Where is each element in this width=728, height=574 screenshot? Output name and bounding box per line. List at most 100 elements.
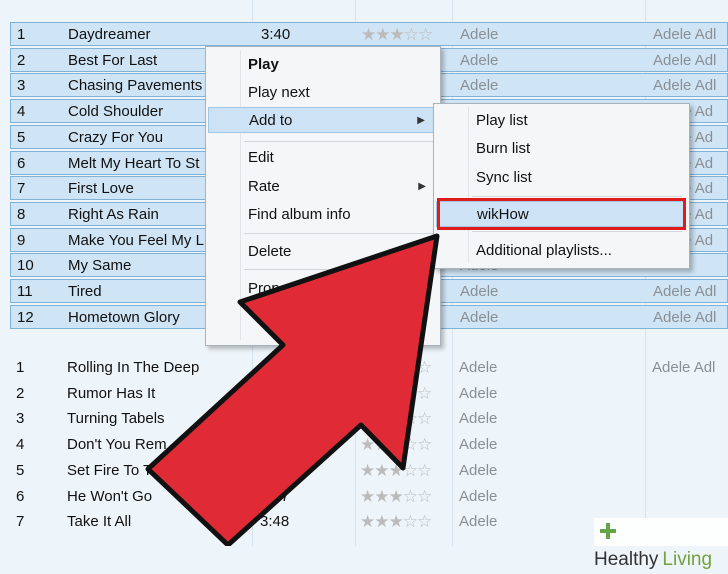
submenu-item-play-list[interactable]: Play list (436, 108, 685, 134)
track-album: Adele Adl (653, 283, 717, 300)
track-album (652, 407, 728, 431)
track-album (652, 382, 728, 406)
menu-item-rate[interactable]: Rate ▶ (208, 174, 436, 200)
track-number: 6 (17, 154, 26, 172)
track-artist: Adele (460, 51, 499, 69)
track-album (652, 433, 728, 457)
star-rating[interactable]: ★★★☆☆ (360, 356, 450, 380)
track-title: Don't You Rem (67, 436, 167, 454)
track-title: Turning Tabels (67, 410, 165, 428)
menu-item-add-to-label: Add to (249, 112, 293, 129)
track-number: 10 (17, 257, 34, 275)
track-number: 7 (17, 180, 26, 198)
add-to-submenu: Play list Burn list Sync list wikHow Add… (433, 103, 690, 269)
track-title: Daydreamer (68, 26, 151, 43)
track-album: Adele Adl (652, 359, 716, 376)
track-artist: Adele (460, 26, 499, 43)
menu-item-find-album-info[interactable]: Find album info (208, 202, 436, 228)
menu-item-add-to[interactable]: Add to ▶ (208, 107, 436, 133)
menu-separator (244, 233, 434, 234)
track-number: 3 (17, 77, 26, 95)
track-artist: Adele (459, 384, 498, 402)
menu-item-play-next[interactable]: Play next (208, 80, 436, 106)
track-album: Adele Adl (653, 308, 717, 326)
submenu-arrow-icon: ▶ (418, 181, 426, 192)
track-duration (260, 356, 310, 380)
menu-separator (472, 196, 682, 197)
track-number: 11 (17, 283, 33, 300)
track-artist: Adele (460, 308, 499, 326)
track-album (652, 485, 728, 509)
menu-separator (244, 269, 434, 270)
track-number: 1 (17, 26, 26, 43)
submenu-item-burn-list[interactable]: Burn list (436, 136, 685, 162)
menu-separator (472, 231, 682, 232)
track-number: 3 (16, 410, 25, 428)
menu-item-play[interactable]: Play (208, 52, 436, 78)
plus-icon (600, 520, 616, 539)
track-number: 4 (17, 103, 26, 121)
star-rating[interactable]: ★★★☆☆ (360, 510, 450, 534)
track-album: Adele Adl (653, 51, 717, 69)
track-number: 5 (17, 128, 26, 146)
menu-item-delete[interactable]: Delete (208, 239, 436, 265)
track-album: Adele Adl (653, 26, 717, 43)
track-duration: 4:01 (260, 461, 290, 479)
submenu-arrow-icon: ▶ (417, 115, 425, 126)
track-album: Adele Adl (653, 77, 717, 95)
track-duration: 4:03 (260, 436, 290, 454)
star-rating[interactable]: ★★★☆☆ (360, 407, 450, 431)
track-duration: 4:37 (260, 487, 290, 505)
healthy-living-logo: Healthy Living (594, 518, 728, 570)
track-title: Rolling In The Deep (67, 359, 200, 376)
track-title: He Won't Go (67, 487, 153, 505)
track-duration (260, 407, 310, 431)
track-artist: Adele (460, 283, 499, 300)
track-artist: Adele (459, 487, 498, 505)
menu-item-rate-label: Rate (248, 178, 280, 195)
menu-item-edit[interactable]: Edit (208, 145, 436, 171)
track-number: 1 (16, 359, 25, 376)
track-duration (260, 382, 310, 406)
track-row[interactable]: 3 Turning Tabels Adele ★★★☆☆ (10, 407, 728, 431)
track-title: Take It All (67, 513, 132, 531)
track-number: 9 (17, 231, 26, 249)
track-title: Rumor Has It (67, 384, 156, 402)
track-row[interactable]: 6 He Won't Go 4:37 Adele ★★★☆☆ (10, 485, 728, 509)
track-number: 8 (17, 205, 26, 223)
track-number: 6 (16, 487, 25, 505)
logo-healthy: Healthy (594, 549, 659, 570)
track-number: 4 (16, 436, 25, 454)
wikhow-highlight-box (437, 198, 686, 230)
track-row[interactable]: 1 Rolling In The Deep Adele Adele Adl ★★★☆☆ (10, 356, 728, 380)
track-number: 5 (16, 461, 25, 479)
track-number: 2 (17, 51, 26, 69)
star-rating[interactable]: ★★★☆☆ (360, 433, 450, 457)
menu-separator (244, 141, 434, 142)
track-album (652, 459, 728, 483)
context-menu: Play Play next Add to ▶ Edit Rate ▶ Find… (205, 46, 441, 346)
track-artist: Adele (459, 436, 498, 454)
logo-living: Living (662, 549, 713, 570)
track-row[interactable]: 4 Don't You Rem 4:03 Adele ★★★☆☆ (10, 433, 728, 457)
track-row[interactable]: 5 Set Fire To Th 4:01 Adele ★★★☆☆ (10, 459, 728, 483)
star-rating[interactable]: ★★★☆☆ (360, 459, 450, 483)
track-artist: Adele (459, 410, 498, 428)
star-rating[interactable]: ★★★☆☆ (360, 485, 450, 509)
track-title: Set Fire To Th (67, 461, 161, 479)
track-artist: Adele (459, 461, 498, 479)
track-artist: Adele (459, 359, 498, 376)
track-row[interactable]: 1 Daydreamer 3:40 Adele Adele Adl ★★★☆☆ (10, 22, 728, 46)
track-artist: Adele (460, 77, 499, 95)
submenu-item-additional-playlists[interactable]: Additional playlists... (436, 238, 685, 264)
star-rating[interactable]: ★★★☆☆ (360, 382, 450, 406)
track-duration: 3:40 (261, 26, 291, 43)
track-number: 2 (16, 384, 25, 402)
track-duration: 3:48 (260, 513, 290, 531)
track-number: 12 (17, 308, 34, 326)
menu-item-properties[interactable]: Prop (208, 276, 436, 302)
track-row[interactable]: 2 Rumor Has It Adele ★★★☆☆ (10, 382, 728, 406)
track-number: 7 (16, 513, 25, 531)
star-rating[interactable]: ★★★☆☆ (361, 23, 451, 47)
submenu-item-sync-list[interactable]: Sync list (436, 165, 685, 191)
